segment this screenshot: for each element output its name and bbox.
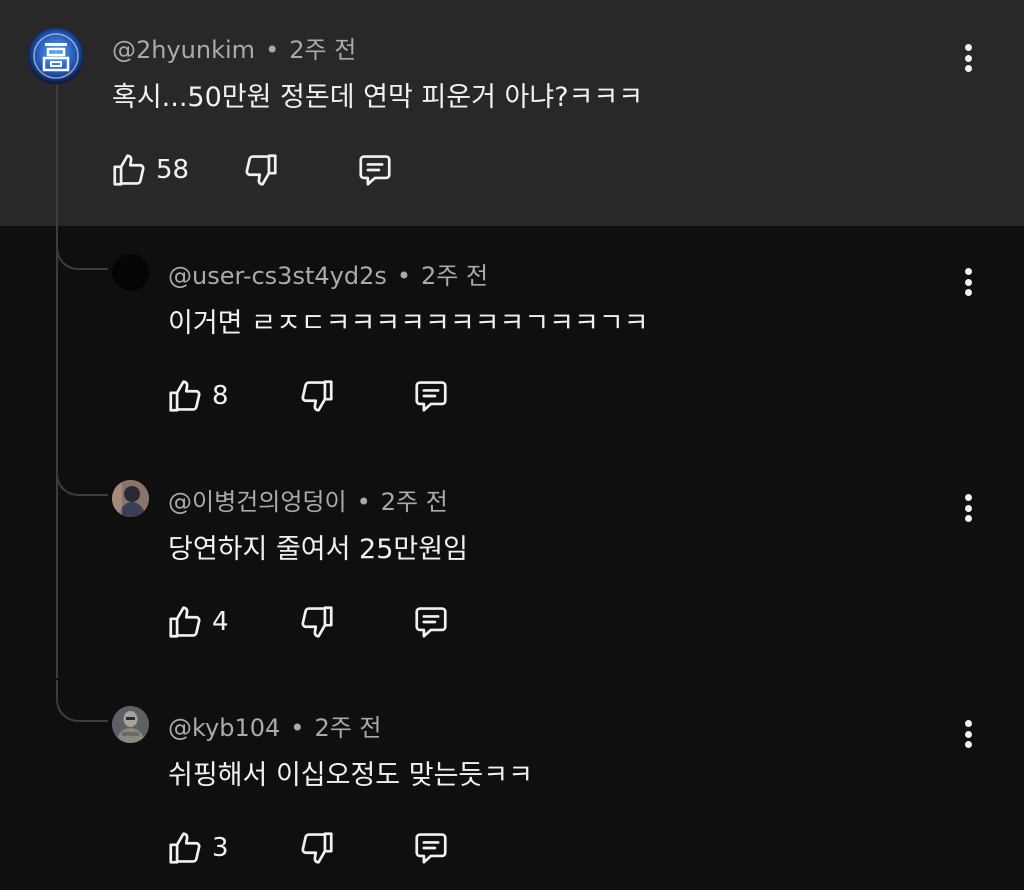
reply-button[interactable] [356, 151, 394, 189]
dislike-button[interactable] [298, 377, 336, 415]
separator-dot: • [265, 36, 280, 64]
photo-avatar-icon [112, 480, 149, 517]
thread-line [56, 84, 58, 678]
thumbs-down-icon [301, 380, 333, 412]
like-count: 4 [212, 607, 229, 637]
avatar[interactable] [112, 480, 149, 517]
avatar[interactable] [112, 254, 149, 291]
like-count: 58 [156, 155, 190, 185]
thumbs-down-icon [301, 832, 333, 864]
more-vert-icon[interactable] [956, 262, 980, 302]
comment-text: 이거면 ㄹㅈㄷㅋㅋㅋㅋㅋㅋㅋㅋㄱㅋㅋㄱㅋ [168, 308, 649, 339]
separator-dot: • [396, 262, 411, 290]
reply-icon [415, 833, 447, 864]
comment-time[interactable]: 2주 전 [421, 262, 488, 290]
reply-icon [415, 381, 447, 412]
comment-meta: @2hyunkim • 2주 전 [112, 30, 356, 65]
thumbs-up-icon [169, 380, 201, 412]
more-vert-icon[interactable] [956, 488, 980, 528]
reply-button[interactable] [412, 377, 450, 415]
knight-avatar-icon [112, 706, 149, 743]
separator-dot: • [290, 714, 305, 742]
like-button[interactable]: 58 [110, 151, 189, 189]
thumbs-up-icon [169, 832, 201, 864]
dislike-button[interactable] [298, 603, 336, 641]
separator-dot: • [356, 488, 371, 516]
blue-emblem-icon [28, 28, 84, 84]
thumbs-down-icon [301, 606, 333, 638]
comment-time[interactable]: 2주 전 [381, 488, 448, 516]
avatar[interactable] [28, 28, 84, 84]
like-button[interactable]: 4 [166, 603, 229, 641]
thumbs-down-icon [245, 154, 277, 186]
reply-connector [56, 454, 108, 496]
avatar[interactable] [112, 706, 149, 743]
comment-text: 당연하지 줄여서 25만원임 [168, 534, 468, 565]
reply-connector [56, 680, 108, 722]
comment-text: 쉬핑해서 이십오정도 맞는듯ㅋㅋ [168, 760, 533, 791]
comment-meta: @이병건의엉덩이 • 2주 전 [168, 482, 448, 517]
comment-time[interactable]: 2주 전 [314, 714, 381, 742]
like-button[interactable]: 8 [166, 377, 229, 415]
reply-button[interactable] [412, 603, 450, 641]
more-vert-icon[interactable] [956, 714, 980, 754]
dislike-button[interactable] [242, 151, 280, 189]
reply-icon [415, 607, 447, 638]
dislike-button[interactable] [298, 829, 336, 867]
author-handle[interactable]: @이병건의엉덩이 [168, 488, 347, 516]
comment-text: 혹시...50만원 정돈데 연막 피운거 아냐?ㅋㅋㅋ [112, 82, 644, 113]
like-count: 8 [212, 381, 229, 411]
like-button[interactable]: 3 [166, 829, 229, 867]
thumbs-up-icon [113, 154, 145, 186]
reply-connector [56, 228, 108, 270]
comment-time[interactable]: 2주 전 [289, 36, 356, 64]
author-handle[interactable]: @user-cs3st4yd2s [168, 262, 387, 290]
author-handle[interactable]: @2hyunkim [112, 36, 255, 64]
reply-icon [359, 155, 391, 186]
like-count: 3 [212, 833, 229, 863]
author-handle[interactable]: @kyb104 [168, 714, 280, 742]
comment-meta: @kyb104 • 2주 전 [168, 708, 382, 743]
reply-button[interactable] [412, 829, 450, 867]
thumbs-up-icon [169, 606, 201, 638]
more-vert-icon[interactable] [956, 38, 980, 78]
comment-meta: @user-cs3st4yd2s • 2주 전 [168, 256, 488, 291]
